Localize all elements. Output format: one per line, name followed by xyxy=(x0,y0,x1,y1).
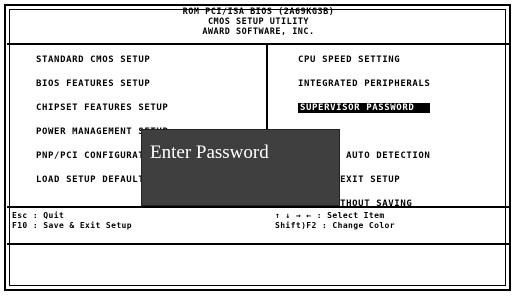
bios-title-line-2: CMOS SETUP UTILITY xyxy=(207,17,310,27)
key-legend-left: Esc : Quit F10 : Save & Exit Setup xyxy=(12,211,132,231)
password-prompt: Enter Password xyxy=(150,142,269,163)
menu-item-standard-cmos[interactable]: STANDARD CMOS SETUP xyxy=(36,55,168,65)
menu-item-bios-features[interactable]: BIOS FEATURES SETUP xyxy=(36,79,168,89)
menu-divider xyxy=(7,206,510,208)
legend-esc: Esc : Quit xyxy=(12,211,65,220)
header-divider xyxy=(7,43,510,45)
password-dialog[interactable]: Enter Password xyxy=(141,129,340,206)
legend-arrows: ↑ ↓ → ← : Select Item xyxy=(275,211,385,220)
menu-item-cpu-speed[interactable]: CPU SPEED SETTING xyxy=(298,55,430,65)
legend-color: Shift)F2 : Change Color xyxy=(275,221,395,230)
bios-header: ROM PCI/ISA BIOS (2A69KG3B) CMOS SETUP U… xyxy=(0,7,517,37)
bios-title-line-3: AWARD SOFTWARE, INC. xyxy=(202,27,315,37)
key-legend-right: ↑ ↓ → ← : Select Item Shift)F2 : Change … xyxy=(275,211,395,231)
menu-item-supervisor-password[interactable]: SUPERVISOR PASSWORD xyxy=(298,103,431,113)
legend-divider xyxy=(7,243,510,245)
menu-item-integrated-peripherals[interactable]: INTEGRATED PERIPHERALS xyxy=(298,79,430,89)
bios-title-line-1: ROM PCI/ISA BIOS (2A69KG3B) xyxy=(182,7,335,17)
legend-f10: F10 : Save & Exit Setup xyxy=(12,221,132,230)
menu-item-chipset-features[interactable]: CHIPSET FEATURES SETUP xyxy=(36,103,168,113)
